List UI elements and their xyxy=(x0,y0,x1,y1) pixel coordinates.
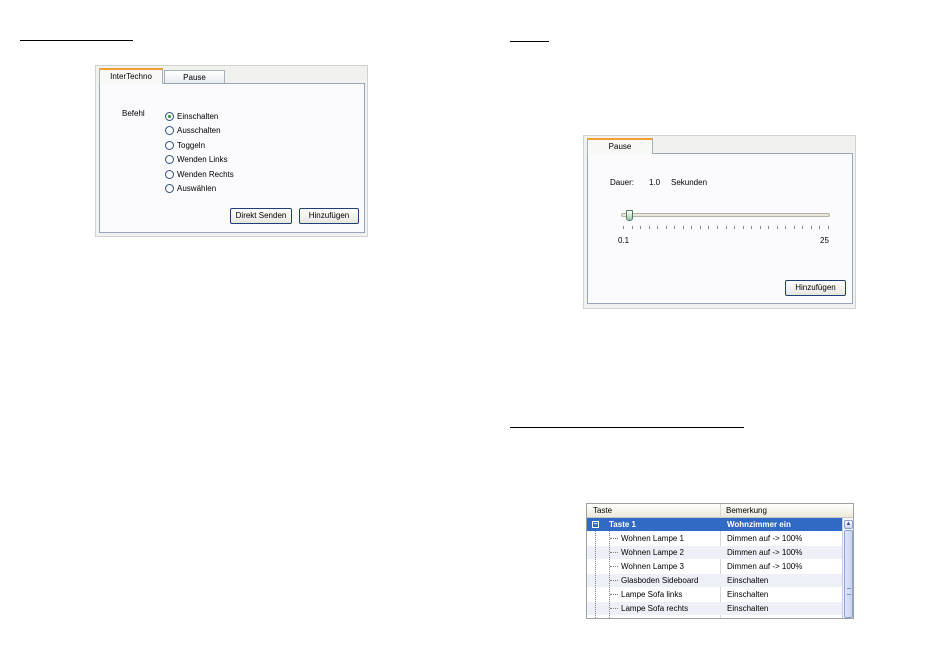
radio-option-label: Toggeln xyxy=(177,140,206,150)
table-row[interactable]: Lampe Sofa rechts Einschalten xyxy=(587,602,843,615)
table-row[interactable]: Wohnen Lampe 3 Dimmen auf -> 100% xyxy=(587,560,843,573)
slider-tick xyxy=(776,226,778,229)
row-bemerkung: Dimmen auf -> 100% xyxy=(727,548,803,557)
tree-line xyxy=(609,531,610,618)
direkt-senden-button[interactable]: Direkt Senden xyxy=(230,208,292,224)
slider-tick xyxy=(742,226,744,229)
radio-option-ausschalten[interactable]: Ausschalten xyxy=(165,125,221,137)
radio-checked-icon xyxy=(165,111,174,121)
slider-tick xyxy=(751,226,753,229)
tree-branch xyxy=(610,594,618,595)
slider-tick xyxy=(785,226,787,229)
pause-dialog: Pause Dauer: 1.0 Sekunden 0.1 25 Hinzufü… xyxy=(583,135,856,309)
slider-tick xyxy=(665,226,667,229)
row-taste: Wohnen Lampe 1 xyxy=(621,534,685,543)
slider-tick xyxy=(691,226,693,229)
tab-intertechno[interactable]: InterTechno xyxy=(99,68,163,84)
tree-line xyxy=(595,531,596,618)
tab-pause[interactable]: Pause xyxy=(164,70,225,84)
row-taste: Lampe Sofa links xyxy=(621,590,683,599)
row-taste: Lampe Sofa rechts xyxy=(621,604,689,613)
intertechno-tab-body: Befehl Einschalten Ausschalten Toggeln W… xyxy=(99,83,365,233)
row-taste: Wohnen Lampe 3 xyxy=(621,562,685,571)
heading-underline-right-bottom xyxy=(510,427,744,428)
befehl-label: Befehl xyxy=(122,109,145,118)
row-taste: Wohnen Lampe 2 xyxy=(621,548,685,557)
slider-tick xyxy=(768,226,770,229)
slider-tick xyxy=(810,226,812,229)
tree-branch xyxy=(610,608,618,609)
row-taste: Taste 1 xyxy=(609,520,636,529)
radio-option-wenden-links[interactable]: Wenden Links xyxy=(165,154,228,166)
slider-tick xyxy=(657,226,659,229)
slider-tick xyxy=(699,226,701,229)
slider-tick xyxy=(716,226,718,229)
radio-option-label: Wenden Rechts xyxy=(177,169,234,179)
pause-tab-body: Dauer: 1.0 Sekunden 0.1 25 Hinzufügen xyxy=(587,153,853,304)
slider-max-label: 25 xyxy=(820,236,829,245)
slider-min-label: 0.1 xyxy=(618,236,630,245)
radio-option-label: Einschalten xyxy=(177,111,219,121)
slider-tick xyxy=(828,226,829,229)
radio-option-toggeln[interactable]: Toggeln xyxy=(165,139,205,151)
heading-underline-right-top xyxy=(510,41,549,42)
key-tree-grid: Taste Bemerkung − Taste 1 Wohnzimmer ein… xyxy=(586,503,854,619)
slider-tick xyxy=(725,226,727,229)
row-bemerkung: Einschalten xyxy=(727,604,769,613)
table-row[interactable]: Lampe Sofa links Einschalten xyxy=(587,588,843,601)
table-row[interactable]: Glasboden Sideboard Einschalten xyxy=(587,574,843,587)
radio-option-label: Ausschalten xyxy=(177,126,221,135)
row-bemerkung: Dimmen auf -> 100% xyxy=(727,534,803,543)
chevron-up-icon[interactable]: ▲ xyxy=(844,520,853,529)
slider-tick xyxy=(674,226,676,229)
slider-tick xyxy=(793,226,795,229)
slider-tick xyxy=(819,226,821,229)
tree-branch xyxy=(610,552,618,553)
slider-tick xyxy=(759,226,761,229)
radio-unchecked-icon xyxy=(165,184,174,193)
collapse-icon[interactable]: − xyxy=(592,521,599,528)
slider-tick xyxy=(802,226,804,229)
row-taste: Glasboden Sideboard xyxy=(621,576,699,585)
slider-tick xyxy=(631,226,633,229)
column-header-taste[interactable]: Taste xyxy=(593,504,612,517)
intertechno-dialog: InterTechno Pause Befehl Einschalten Aus… xyxy=(95,65,368,237)
row-bemerkung: Einschalten xyxy=(727,590,769,599)
slider-tick xyxy=(682,226,684,229)
column-header-bemerkung[interactable]: Bemerkung xyxy=(726,504,767,517)
slider-tick xyxy=(734,226,736,229)
slider-tick xyxy=(648,226,650,229)
radio-option-wenden-rechts[interactable]: Wenden Rechts xyxy=(165,168,234,180)
grip-icon xyxy=(847,588,851,595)
hinzufuegen-button[interactable]: Hinzufügen xyxy=(299,208,359,224)
tab-pause-active[interactable]: Pause xyxy=(587,138,653,154)
radio-option-auswaehlen[interactable]: Auswählen xyxy=(165,183,216,195)
row-bemerkung: Einschalten xyxy=(727,576,769,585)
radio-unchecked-icon xyxy=(165,155,174,164)
radio-unchecked-icon xyxy=(165,169,174,179)
pause-hinzufuegen-button[interactable]: Hinzufügen xyxy=(785,280,846,296)
row-bemerkung: Wohnzimmer ein xyxy=(727,520,791,529)
radio-unchecked-icon xyxy=(165,140,174,150)
row-bemerkung: Dimmen auf -> 100% xyxy=(727,562,803,571)
table-row[interactable]: Wohnen Lampe 1 Dimmen auf -> 100% xyxy=(587,532,843,545)
tree-branch xyxy=(610,580,618,581)
radio-option-label: Auswählen xyxy=(177,184,217,193)
vertical-scrollbar[interactable]: ▲ xyxy=(842,518,853,618)
heading-underline-left xyxy=(20,40,133,41)
table-row[interactable]: − Taste 1 Wohnzimmer ein xyxy=(587,518,843,531)
radio-unchecked-icon xyxy=(165,126,174,135)
slider-tick xyxy=(708,226,710,229)
slider-tick xyxy=(640,226,642,229)
table-row[interactable]: Wohnen Lampe 2 Dimmen auf -> 100% xyxy=(587,546,843,559)
radio-option-einschalten[interactable]: Einschalten xyxy=(165,110,218,122)
tree-branch xyxy=(610,566,618,567)
slider-tick xyxy=(623,226,624,229)
radio-option-label: Wenden Links xyxy=(177,155,228,164)
befehl-radio-group: Einschalten Ausschalten Toggeln Wenden L… xyxy=(165,110,285,200)
tree-branch xyxy=(610,538,618,539)
scrollbar-thumb[interactable] xyxy=(844,530,853,618)
